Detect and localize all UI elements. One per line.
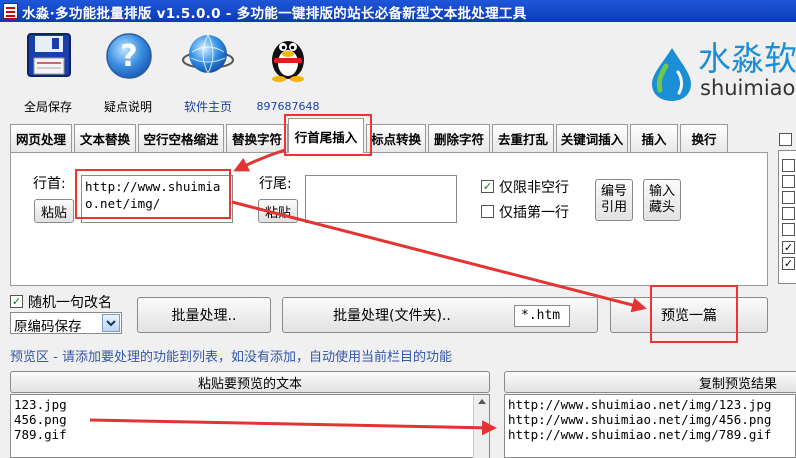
insert-panel: 行首: 粘贴 http://www.shuimiao.net/img/ 行尾: … xyxy=(10,152,768,286)
tail-label: 行尾: xyxy=(259,176,292,192)
function-list-item-5[interactable] xyxy=(782,223,795,236)
brand-name-en: shuimiao xyxy=(700,76,796,100)
hide-input-button[interactable]: 输入藏头 xyxy=(643,179,681,221)
qq-number-label: 897687648 xyxy=(256,100,320,113)
qq-contact-button[interactable]: 897687648 xyxy=(256,30,320,113)
numbering-button[interactable]: 编号引用 xyxy=(595,179,633,221)
encoding-select-value: 原编码保存 xyxy=(14,319,82,335)
tab-keyword-insert[interactable]: 关键词插入 xyxy=(556,124,628,152)
encoding-dropdown-button[interactable] xyxy=(102,314,120,332)
batch-folder-label: 批量处理(文件夹).. xyxy=(333,308,451,324)
paste-preview-text-button[interactable]: 粘贴要预览的文本 xyxy=(10,371,490,393)
select-all-checkbox[interactable] xyxy=(779,133,792,146)
encoding-select[interactable]: 原编码保存 xyxy=(10,312,122,335)
only-nonempty-checkbox[interactable]: ✓ xyxy=(481,180,494,193)
preview-button-highlight xyxy=(650,285,738,343)
function-list-item-3[interactable] xyxy=(782,191,795,204)
tail-paste-button[interactable]: 粘贴 xyxy=(258,199,298,223)
tab-delete-chars[interactable]: 删除字符 xyxy=(428,124,490,152)
toolbar: 全局保存 ? 疑点说明 软件主页 897687648 水淼软 shuimiao xyxy=(0,22,796,114)
preview-input-scrollbar[interactable] xyxy=(473,395,489,458)
only-nonempty-label: 仅限非空行 xyxy=(499,180,569,196)
function-list-item-7[interactable]: ✓ xyxy=(782,257,795,270)
brand-name-cn: 水淼软 xyxy=(698,39,796,78)
head-label: 行首: xyxy=(33,176,66,192)
chevron-down-icon xyxy=(106,320,116,327)
save-all-button[interactable]: 全局保存 xyxy=(16,30,80,114)
tab-punct-convert[interactable]: 标点转换 xyxy=(366,124,426,152)
qq-penguin-icon xyxy=(272,41,304,82)
function-list-item-1[interactable] xyxy=(782,159,795,172)
homepage-label: 软件主页 xyxy=(183,100,232,114)
window-title: 水淼·多功能批量排版 v1.5.0.0 - 多功能一键排版的站长必备新型文本批处… xyxy=(22,6,527,22)
help-button[interactable]: ? 疑点说明 xyxy=(96,30,160,114)
copy-preview-result-label: 复制预览结果 xyxy=(699,376,778,392)
tab-newline[interactable]: 换行 xyxy=(680,124,728,152)
app-icon xyxy=(3,3,18,19)
tab-blank-indent[interactable]: 空行空格缩进 xyxy=(138,124,224,152)
random-name-label: 随机一句改名 xyxy=(28,295,112,311)
tab-insert[interactable]: 插入 xyxy=(630,124,678,152)
tab-dedupe-shuffle[interactable]: 去重打乱 xyxy=(492,124,554,152)
preview-input-textarea[interactable]: 123.jpg 456.png 789.gif xyxy=(10,394,490,458)
first-line-checkbox[interactable] xyxy=(481,205,494,218)
globe-icon xyxy=(182,34,234,74)
help-label: 疑点说明 xyxy=(103,100,152,114)
water-drop-logo-icon xyxy=(652,48,691,101)
tab-replace-chars[interactable]: 替换字符 xyxy=(226,124,288,152)
help-question-icon: ? xyxy=(106,33,152,79)
function-list[interactable]: ✓ ✓ xyxy=(778,150,796,284)
preview-output-textarea[interactable]: http://www.shuimiao.net/img/123.jpg http… xyxy=(504,394,796,458)
preview-hint: 预览区 - 请添加要处理的功能到列表，如没有添加，自动使用当前栏目的功能 xyxy=(10,350,452,365)
head-paste-button[interactable]: 粘贴 xyxy=(34,199,74,223)
floppy-disk-icon xyxy=(27,33,71,77)
tab-web[interactable]: 网页处理 xyxy=(10,124,72,152)
svg-text:?: ? xyxy=(120,39,137,74)
function-list-item-6[interactable]: ✓ xyxy=(782,241,795,254)
head-input-highlight xyxy=(75,169,231,219)
active-tab-highlight xyxy=(284,114,372,156)
first-line-label: 仅插第一行 xyxy=(499,205,569,221)
homepage-button[interactable]: 软件主页 xyxy=(176,30,240,114)
tail-text-input[interactable] xyxy=(305,175,457,223)
title-bar: 水淼·多功能批量排版 v1.5.0.0 - 多功能一键排版的站长必备新型文本批处… xyxy=(0,0,796,22)
save-all-label: 全局保存 xyxy=(23,100,72,114)
function-list-item-4[interactable] xyxy=(782,207,795,220)
batch-process-button[interactable]: 批量处理.. xyxy=(137,297,271,333)
tab-text-replace[interactable]: 文本替换 xyxy=(74,124,136,152)
random-name-checkbox[interactable]: ✓ xyxy=(10,295,23,308)
file-filter-input[interactable]: *.htm xyxy=(514,305,570,327)
copy-preview-result-button[interactable]: 复制预览结果 xyxy=(504,371,796,393)
function-list-item-2[interactable] xyxy=(782,175,795,188)
